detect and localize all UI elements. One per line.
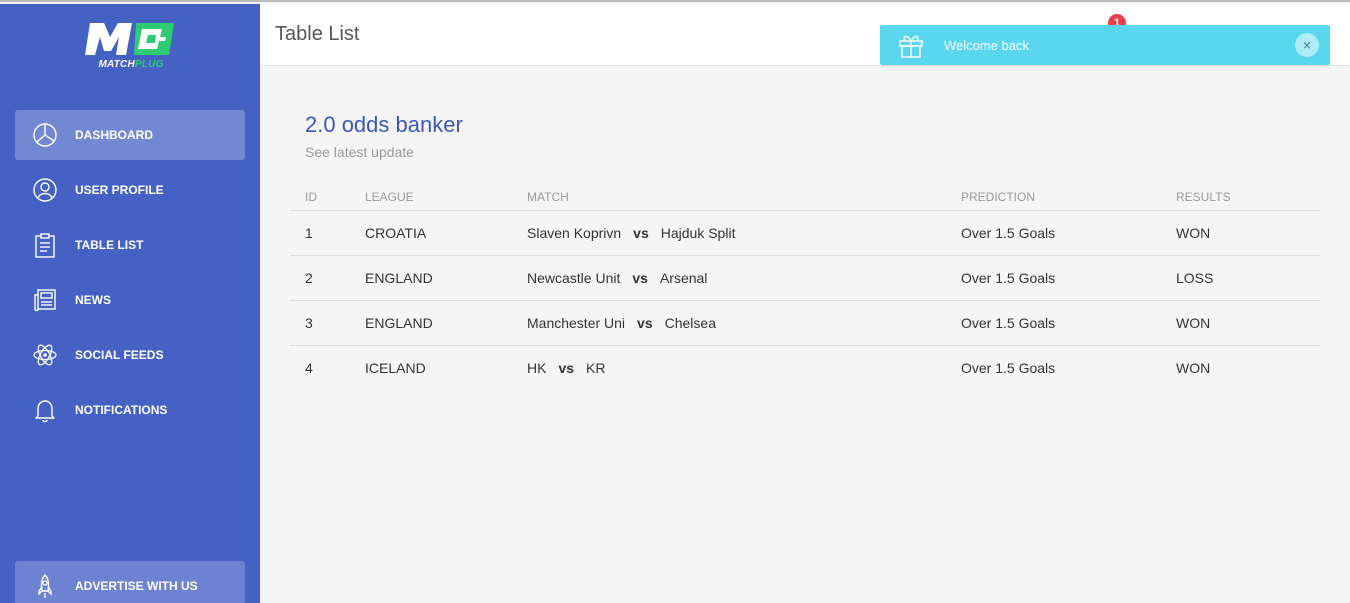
cell-id: 1 bbox=[290, 210, 365, 256]
cell-result: WON bbox=[1176, 300, 1320, 346]
atom-icon bbox=[31, 341, 59, 369]
vs-label: vs bbox=[632, 269, 648, 286]
sidebar-item-user-profile[interactable]: USER PROFILE bbox=[15, 165, 245, 215]
newspaper-icon bbox=[31, 286, 59, 314]
table-row: 3 ENGLAND Manchester Uni vs Chelsea Over 1… bbox=[290, 300, 1320, 346]
vs-label: vs bbox=[637, 314, 653, 331]
column-header-match: MATCH bbox=[527, 180, 961, 211]
cell-league: ICELAND bbox=[365, 359, 426, 376]
rocket-icon bbox=[31, 572, 59, 600]
away-team: Chelsea bbox=[664, 314, 716, 331]
home-team: Slaven Koprivn bbox=[527, 224, 622, 241]
away-team: KR bbox=[586, 359, 606, 376]
cell-result: WON bbox=[1176, 359, 1211, 376]
column-header-prediction: PREDICTION bbox=[961, 180, 1176, 211]
cell-league: ENGLAND bbox=[365, 300, 527, 346]
column-header-id: ID bbox=[290, 180, 365, 211]
toast-message: Welcome back bbox=[944, 37, 1030, 53]
home-team: HK bbox=[527, 359, 547, 376]
vs-label: vs bbox=[633, 224, 649, 241]
table-row: 2 ENGLAND Newcastle Unit vs Arsenal Over 1… bbox=[290, 255, 1320, 301]
predictions-table: ID LEAGUE MATCH PREDICTION RESULTS 1 CRO… bbox=[290, 180, 1320, 390]
bell-icon bbox=[31, 396, 59, 424]
pie-chart-icon bbox=[31, 121, 59, 149]
gift-icon bbox=[896, 30, 926, 60]
cell-prediction: Over 1.5 Goals bbox=[961, 300, 1176, 346]
sidebar-nav: DASHBOARD USER PROFILE TABLE LIST NEWS S… bbox=[15, 110, 245, 440]
sidebar-item-dashboard[interactable]: DASHBOARD bbox=[15, 110, 245, 160]
cell-match: Manchester Uni vs Chelsea bbox=[527, 300, 961, 346]
table-row: 4 ICELAND HK vs KR Over 1.5 Goals WON bbox=[290, 345, 1320, 390]
sidebar: MATCHPLUG DASHBOARD USER PROFILE TABLE L… bbox=[0, 4, 260, 603]
home-team: Newcastle Unit bbox=[527, 269, 621, 286]
user-icon bbox=[31, 176, 59, 204]
brand-logo[interactable]: MATCHPLUG bbox=[84, 19, 178, 75]
cell-prediction: Over 1.5 Goals bbox=[961, 255, 1176, 301]
away-team: Arsenal bbox=[659, 269, 708, 286]
clipboard-icon bbox=[31, 231, 59, 259]
sidebar-item-label: NEWS bbox=[75, 293, 111, 307]
sidebar-item-table-list[interactable]: TABLE LIST bbox=[15, 220, 245, 270]
card-subtitle: See latest update bbox=[305, 144, 414, 160]
close-icon[interactable]: × bbox=[1295, 33, 1319, 57]
brand-name: MATCHPLUG bbox=[98, 59, 164, 70]
home-team: Manchester Uni bbox=[527, 314, 626, 331]
sidebar-item-label: USER PROFILE bbox=[75, 183, 164, 197]
cell-match: Newcastle Unit vs Arsenal bbox=[527, 255, 961, 301]
page-title: Table List bbox=[275, 23, 360, 45]
matchplug-logo-icon bbox=[85, 23, 174, 55]
table-header-row: ID LEAGUE MATCH PREDICTION RESULTS bbox=[290, 180, 1320, 211]
cell-match: Slaven Koprivn vs Hajduk Split bbox=[527, 210, 961, 256]
away-team: Hajduk Split bbox=[660, 224, 736, 241]
sidebar-item-label: NOTIFICATIONS bbox=[75, 403, 168, 417]
cell-id: 4 bbox=[305, 359, 313, 376]
cell-match: HK vs KR bbox=[527, 345, 961, 390]
cell-id: 3 bbox=[290, 300, 365, 346]
welcome-toast: Welcome back × bbox=[880, 25, 1330, 65]
sidebar-item-notifications[interactable]: NOTIFICATIONS bbox=[15, 385, 245, 435]
cell-prediction: Over 1.5 Goals bbox=[961, 359, 1056, 376]
advertise-label: ADVERTISE WITH US bbox=[75, 579, 198, 593]
cell-result: LOSS bbox=[1176, 255, 1320, 301]
table-row: 1 CROATIA Slaven Koprivn vs Hajduk Split O… bbox=[290, 210, 1320, 256]
vs-label: vs bbox=[558, 359, 575, 376]
cell-league: CROATIA bbox=[365, 210, 527, 256]
advertise-button[interactable]: ADVERTISE WITH US bbox=[15, 561, 245, 603]
cell-prediction: Over 1.5 Goals bbox=[961, 210, 1176, 256]
column-header-league: LEAGUE bbox=[365, 180, 527, 211]
cell-result: WON bbox=[1176, 210, 1320, 256]
sidebar-item-social-feeds[interactable]: SOCIAL FEEDS bbox=[15, 330, 245, 380]
card-title: 2.0 odds banker bbox=[305, 112, 463, 137]
table-card: 2.0 odds banker See latest update ID LEA… bbox=[290, 112, 1320, 390]
cell-id: 2 bbox=[290, 255, 365, 301]
column-header-results: RESULTS bbox=[1176, 180, 1320, 211]
cell-league: ENGLAND bbox=[365, 255, 527, 301]
sidebar-item-label: TABLE LIST bbox=[75, 238, 144, 252]
sidebar-item-news[interactable]: NEWS bbox=[15, 275, 245, 325]
sidebar-item-label: DASHBOARD bbox=[75, 128, 153, 142]
sidebar-item-label: SOCIAL FEEDS bbox=[75, 348, 164, 362]
